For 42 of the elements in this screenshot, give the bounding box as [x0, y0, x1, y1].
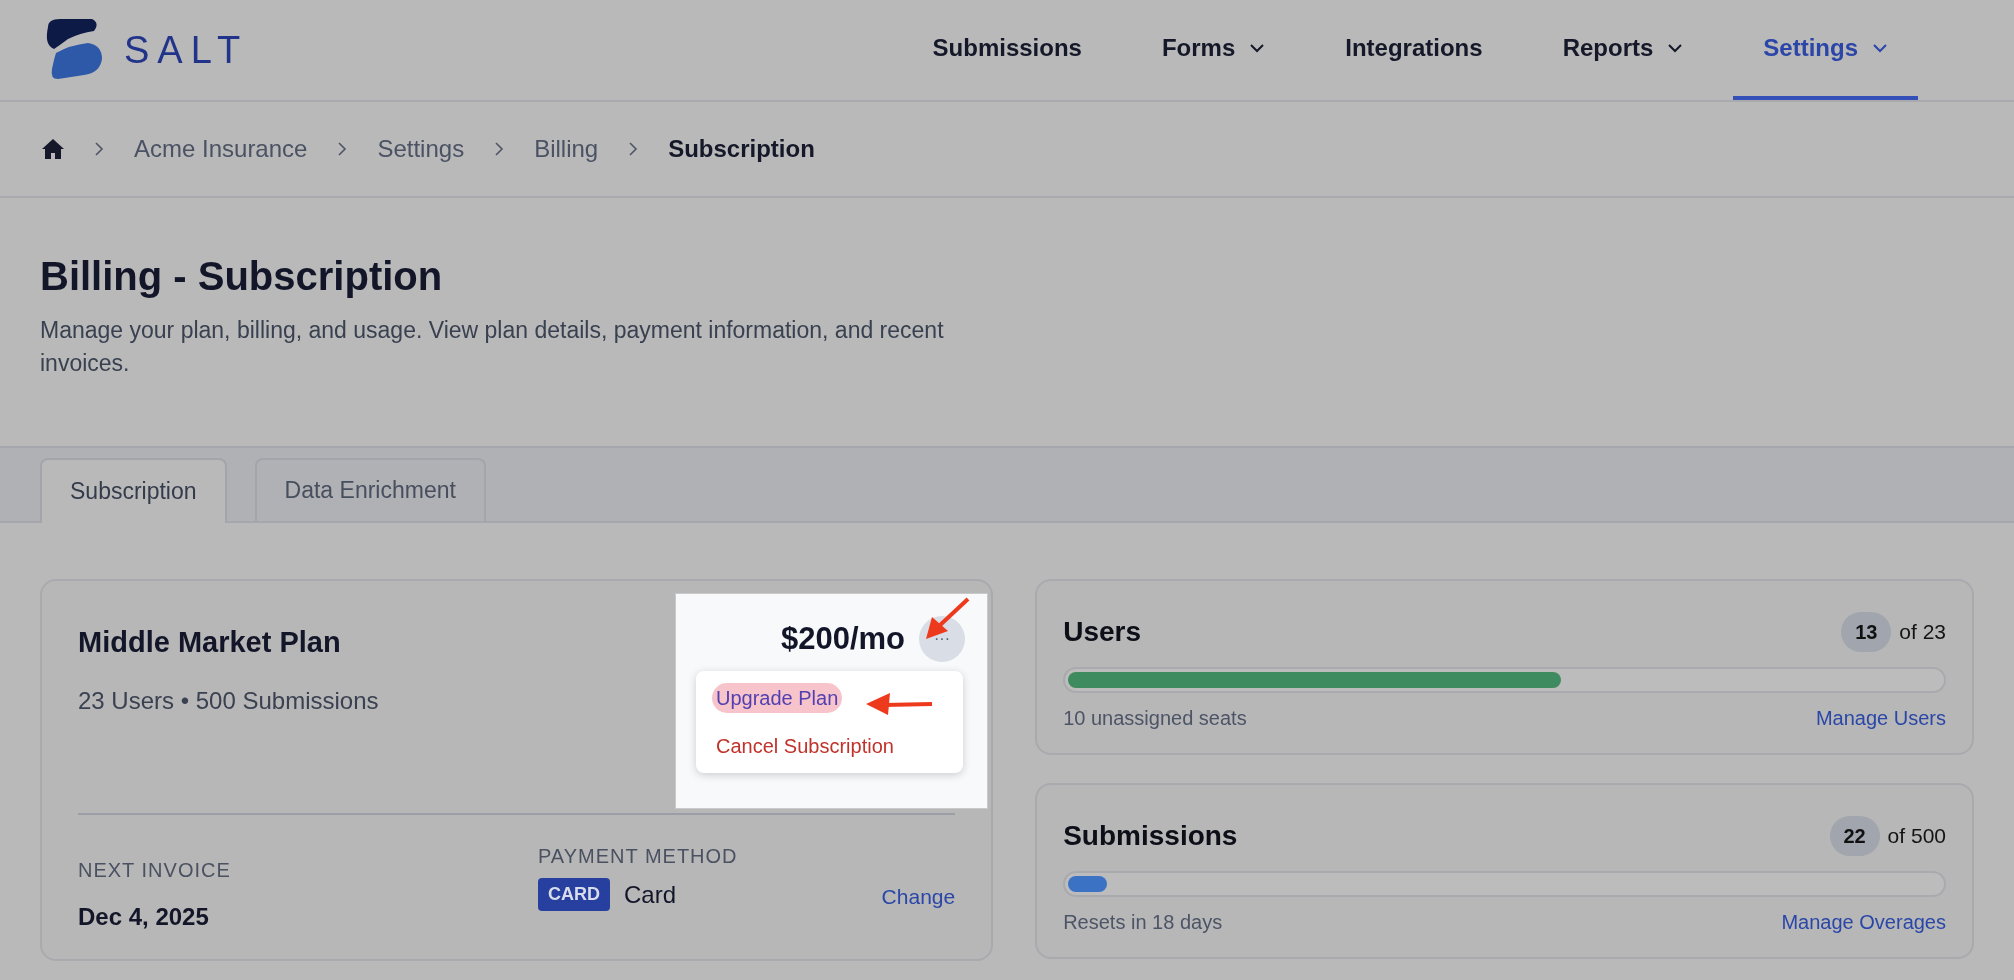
field-label: NEXT INVOICE — [78, 857, 232, 883]
usage-note: Resets in 18 days — [1063, 910, 1223, 935]
nav-item[interactable]: Settings — [1733, 0, 1918, 100]
count-badge: 22 — [1829, 816, 1880, 856]
field-label: PAYMENT METHOD — [538, 843, 738, 869]
breadcrumb-link[interactable]: Billing — [534, 131, 599, 167]
nav-item[interactable]: Reports — [1532, 0, 1714, 100]
usage-title: Users — [1063, 615, 1141, 649]
page-description: Manage your plan, billing, and usage. View plan details, payment information, and recent invoices. — [40, 316, 945, 378]
usage-total: of 23 — [1899, 619, 1946, 646]
usage-note: 10 unassigned seats — [1063, 706, 1247, 731]
page-title: Billing - Subscription — [40, 253, 444, 300]
home-icon[interactable] — [42, 139, 64, 159]
chevron-right-icon — [494, 141, 505, 157]
plan-summary: 23 Users • 500 Submissions — [78, 685, 379, 716]
card-badge: CARD — [538, 878, 610, 911]
change-link[interactable]: Change — [881, 881, 956, 913]
usage-link[interactable]: Manage Users — [1815, 703, 1946, 733]
usage-link[interactable]: Manage Overages — [1781, 907, 1946, 937]
chevron-right-icon — [628, 141, 639, 157]
usage-title: Submissions — [1063, 819, 1238, 853]
nav-item[interactable]: Integrations — [1315, 0, 1513, 100]
menu-item[interactable]: Cancel Subscription — [712, 730, 898, 761]
usage-total: of 500 — [1887, 823, 1946, 850]
tab[interactable]: Data Enrichment — [254, 458, 486, 521]
invoice-date: Dec 4, 2025 — [78, 901, 210, 932]
tab[interactable]: Subscription — [40, 458, 227, 523]
menu-item[interactable]: Upgrade Plan — [712, 682, 843, 713]
brand-name: SALT — [124, 27, 249, 73]
annotation-arrow — [924, 597, 970, 641]
current-page-label: Subscription — [668, 134, 815, 164]
breadcrumb-link[interactable]: Acme Insurance — [134, 131, 308, 167]
annotation-arrow — [864, 691, 934, 717]
chevron-right-icon — [94, 141, 104, 157]
nav-item[interactable]: Forms — [1131, 0, 1296, 100]
plan-price: $200/mo — [780, 620, 905, 658]
chevron-right-icon — [337, 141, 348, 157]
nav-item[interactable]: Submissions — [902, 0, 1112, 100]
plan-name: Middle Market Plan — [78, 625, 341, 660]
count-badge: 13 — [1841, 612, 1892, 652]
payment-method: Card — [624, 879, 677, 910]
breadcrumb-link[interactable]: Settings — [377, 131, 465, 167]
